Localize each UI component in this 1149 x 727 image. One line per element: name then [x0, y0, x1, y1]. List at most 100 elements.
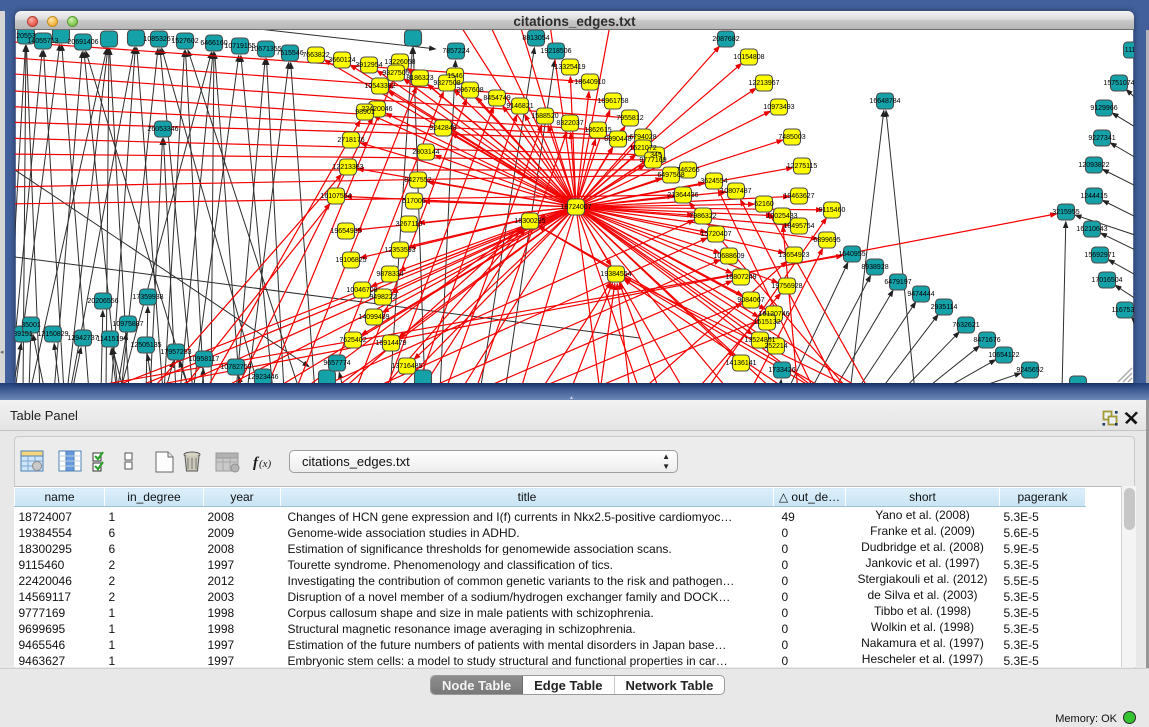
svg-text:9115460: 9115460	[819, 207, 846, 214]
svg-text:6479197: 6479197	[884, 279, 911, 286]
svg-text:9227341: 9227341	[1088, 135, 1115, 142]
svg-text:8427552: 8427552	[404, 177, 431, 184]
svg-text:6899695: 6899695	[813, 237, 840, 244]
svg-text:10654122: 10654122	[988, 352, 1019, 359]
svg-text:10154808: 10154808	[733, 54, 764, 61]
svg-text:20691406: 20691406	[67, 39, 98, 46]
svg-text:2718176: 2718176	[337, 137, 364, 144]
svg-text:35001: 35001	[21, 322, 41, 329]
svg-text:19384554: 19384554	[600, 271, 631, 278]
svg-text:8813054: 8813054	[522, 35, 549, 42]
svg-text:13325419: 13325419	[554, 64, 585, 71]
svg-text:517006: 517006	[402, 198, 425, 205]
svg-text:7955812: 7955812	[616, 115, 643, 122]
svg-text:15720407: 15720407	[700, 231, 731, 238]
svg-text:14136141: 14136141	[725, 360, 756, 367]
svg-text:9777169: 9777169	[639, 157, 666, 164]
svg-text:1244415: 1244415	[1080, 193, 1107, 200]
svg-text:19654935: 19654935	[330, 228, 361, 235]
svg-text:8186323: 8186323	[406, 75, 433, 82]
svg-text:9146821: 9146821	[506, 103, 533, 110]
svg-text:1615132: 1615132	[753, 319, 780, 326]
svg-text:12275115: 12275115	[787, 163, 818, 170]
svg-text:19756928: 19756928	[771, 283, 802, 290]
svg-text:2087682: 2087682	[712, 36, 739, 43]
svg-text:18495754: 18495754	[783, 223, 814, 230]
svg-text:10025433: 10025433	[766, 213, 797, 220]
svg-text:21364436: 21364436	[667, 192, 698, 199]
svg-text:8322037: 8322037	[556, 120, 583, 127]
svg-text:62160: 62160	[754, 201, 774, 208]
svg-text:12923446: 12923446	[247, 374, 278, 381]
svg-text:10046708: 10046708	[346, 287, 377, 294]
svg-text:7663822: 7663822	[302, 52, 329, 59]
svg-text:10853267: 10853267	[143, 36, 174, 43]
svg-text:12150829: 12150829	[37, 331, 68, 338]
svg-text:18640910: 18640910	[574, 79, 605, 86]
svg-text:13226058: 13226058	[384, 59, 415, 66]
svg-text:10807487: 10807487	[720, 188, 751, 195]
svg-text:2967608: 2967608	[456, 87, 483, 94]
svg-text:13716485: 13716485	[391, 363, 422, 370]
svg-text:8938928: 8938928	[861, 264, 888, 271]
svg-text:17957253: 17957253	[160, 349, 191, 356]
svg-text:9878334: 9878334	[376, 271, 403, 278]
svg-text:3215955: 3215955	[1052, 209, 1079, 216]
svg-text:7625402: 7625402	[339, 337, 366, 344]
svg-text:13654923: 13654923	[778, 252, 809, 259]
svg-text:9242848: 9242848	[429, 125, 456, 132]
svg-text:7632621: 7632621	[952, 322, 979, 329]
svg-text:1733426: 1733426	[768, 367, 795, 374]
svg-text:2935114: 2935114	[931, 304, 958, 311]
svg-text:16210643: 16210643	[1076, 226, 1107, 233]
svg-text:18300295: 18300295	[514, 218, 545, 225]
svg-text:1640955: 1640955	[838, 251, 865, 258]
svg-text:6794028: 6794028	[629, 134, 656, 141]
svg-text:7485003: 7485003	[778, 134, 805, 141]
svg-text:39151: 39151	[15, 331, 33, 338]
svg-text:7857224: 7857224	[442, 48, 469, 55]
svg-text:7986322: 7986322	[689, 213, 716, 220]
svg-text:2803144: 2803144	[412, 149, 439, 156]
svg-text:19218506: 19218506	[540, 48, 571, 55]
svg-text:14055713: 14055713	[27, 38, 58, 45]
svg-text:8454749: 8454749	[483, 95, 510, 102]
svg-text:15751074: 15751074	[1103, 80, 1134, 87]
svg-text:18724007: 18724007	[560, 204, 591, 211]
svg-text:16914479: 16914479	[375, 340, 406, 347]
svg-text:15692971: 15692971	[1084, 252, 1115, 259]
svg-text:6497568: 6497568	[657, 172, 684, 179]
svg-text:10975887: 10975887	[112, 321, 143, 328]
svg-text:1141519: 1141519	[97, 336, 124, 343]
svg-text:1546: 1546	[447, 73, 463, 80]
svg-text:3660124: 3660124	[328, 57, 355, 64]
svg-text:8471676: 8471676	[973, 337, 1000, 344]
svg-text:12213363: 12213363	[332, 164, 363, 171]
svg-text:16648784: 16648784	[869, 98, 900, 105]
svg-text:12505135: 12505135	[130, 342, 161, 349]
svg-text:12213967: 12213967	[748, 80, 779, 87]
svg-text:10958117: 10958117	[189, 356, 220, 363]
svg-text:1621072: 1621072	[629, 145, 656, 152]
svg-text:9245652: 9245652	[1016, 367, 1043, 374]
svg-text:1588520: 1588520	[531, 113, 558, 120]
svg-text:19106825: 19106825	[335, 257, 366, 264]
svg-text:10973493: 10973493	[763, 104, 794, 111]
svg-text:12353593: 12353593	[384, 247, 415, 254]
svg-text:19463627: 19463627	[783, 193, 814, 200]
svg-text:3912954: 3912954	[355, 62, 382, 69]
svg-text:1112: 1112	[1125, 47, 1134, 54]
svg-text:17359938: 17359938	[132, 294, 163, 301]
svg-text:1527602: 1527602	[171, 38, 198, 45]
svg-text:98901: 98901	[355, 109, 375, 116]
svg-text:9498222: 9498222	[369, 294, 396, 301]
svg-text:9474444: 9474444	[907, 291, 934, 298]
svg-text:9657774: 9657774	[323, 360, 350, 367]
svg-text:10688609: 10688609	[713, 253, 744, 260]
svg-text:20206556: 20206556	[87, 298, 118, 305]
svg-text:7515546: 7515546	[276, 50, 303, 57]
svg-text:9084067: 9084067	[737, 297, 764, 304]
svg-text:16120746: 16120746	[758, 311, 789, 318]
svg-text:1362615: 1362615	[584, 127, 611, 134]
svg-text:1167534: 1167534	[1112, 307, 1134, 314]
